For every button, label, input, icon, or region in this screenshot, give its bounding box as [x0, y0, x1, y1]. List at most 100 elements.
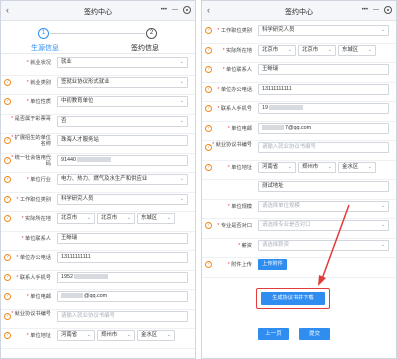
chevron-down-icon: ⌄: [327, 46, 332, 53]
field-label-text: 单位联系人: [25, 235, 51, 242]
help-icon[interactable]: ?: [4, 176, 11, 183]
help-icon[interactable]: ?: [4, 332, 11, 339]
select-field[interactable]: 电力、热力、燃气及水生产和供应业 ⌄: [57, 174, 188, 185]
form-row: ? * 联系人手机号 1952: [1, 271, 195, 284]
help-icon[interactable]: ?: [205, 261, 212, 268]
help-icon[interactable]: ?: [205, 163, 212, 171]
upload-attachment-button[interactable]: 上传附件: [258, 259, 287, 270]
step-2-badge[interactable]: 2: [146, 28, 157, 39]
select-field[interactable]: 请选择单位规模 ⌄: [258, 200, 389, 212]
field-label: * 联系人手机号: [11, 275, 51, 281]
generate-agreement-button[interactable]: 生成协议书并下载: [261, 292, 325, 305]
field-label: * 单位行业: [11, 177, 51, 183]
select-field[interactable]: 请选择专业是否对口 ⌄: [258, 220, 389, 231]
select-field[interactable]: 请选择薪资 ⌄: [258, 239, 389, 251]
minimize-icon[interactable]: —: [172, 7, 178, 13]
field-label: * 单位办公电话: [11, 255, 51, 261]
help-icon[interactable]: ?: [205, 144, 212, 151]
help-icon[interactable]: ?: [4, 254, 11, 261]
address-select[interactable]: 北京市 ⌄: [97, 213, 135, 224]
field-label-text: 单位规模: [231, 203, 252, 210]
address-select[interactable]: 北京市 ⌄: [57, 213, 95, 224]
more-menu-icon[interactable]: •••: [161, 7, 167, 13]
text-field[interactable]: 13111111111: [258, 83, 389, 95]
field-label: * 单位电邮: [212, 126, 252, 132]
step-indicator: 1 2 生源信息 签约信息: [1, 21, 195, 55]
select-field[interactable]: 科学研究人员 ⌄: [57, 193, 188, 205]
text-field[interactable]: 19: [258, 103, 389, 114]
address-select-value: 郑州市: [101, 332, 118, 338]
help-icon[interactable]: ?: [4, 137, 11, 144]
field-label: * 实际所在地: [11, 216, 51, 222]
divider: [1, 328, 195, 329]
help-icon[interactable]: ?: [205, 124, 212, 132]
help-icon[interactable]: ?: [205, 66, 212, 73]
help-icon[interactable]: ?: [4, 273, 11, 281]
help-icon[interactable]: ?: [4, 156, 11, 164]
divider: [202, 62, 396, 63]
text-field[interactable]: 请输入就业协议书编号: [258, 142, 389, 153]
help-icon[interactable]: ?: [205, 222, 212, 229]
text-field[interactable]: 珠海人才服务站: [57, 135, 188, 146]
step-1-label[interactable]: 生源信息: [31, 43, 59, 53]
divider: [202, 257, 396, 258]
address-select[interactable]: 河南省 ⌄: [57, 330, 95, 341]
help-icon[interactable]: ?: [205, 105, 212, 112]
divider: [202, 101, 396, 102]
address-select[interactable]: 北京市 ⌄: [298, 44, 336, 56]
field-label: * 单位地址: [212, 165, 252, 171]
text-field[interactable]: 请输入就业协议书编号: [57, 310, 188, 322]
text-field[interactable]: 王晰瑞: [258, 64, 389, 75]
field-label: * 单位地址: [11, 333, 51, 339]
help-icon[interactable]: ?: [205, 85, 212, 93]
chevron-down-icon: ⌄: [179, 117, 184, 124]
text-field[interactable]: @qq.com: [57, 291, 188, 302]
address-select[interactable]: 郑州市 ⌄: [298, 161, 336, 173]
form-row: ? * 工作职位类别 科学研究人员 ⌄: [202, 25, 396, 37]
previous-page-button[interactable]: 上一页: [258, 328, 289, 340]
help-icon[interactable]: ?: [205, 46, 212, 54]
address-select[interactable]: 北京市 ⌄: [258, 44, 296, 56]
select-field[interactable]: 就业 ⌄: [57, 57, 188, 68]
step-1-badge[interactable]: 1: [38, 28, 49, 39]
text-field[interactable]: 测试地址: [258, 181, 389, 192]
text-field[interactable]: 91440: [57, 154, 188, 166]
address-select[interactable]: 河南省 ⌄: [258, 161, 296, 173]
select-field[interactable]: 中初教育单位 ⌄: [57, 96, 188, 107]
address-select[interactable]: 东城区 ⌄: [338, 44, 376, 56]
text-field[interactable]: 王晰瑞: [57, 232, 188, 244]
step-connector: [50, 33, 145, 34]
submit-button[interactable]: 提交: [299, 328, 330, 340]
address-select[interactable]: 郑州市 ⌄: [97, 330, 135, 341]
close-circle-icon[interactable]: [183, 6, 191, 14]
text-field[interactable]: 7@qq.com: [258, 122, 389, 134]
select-field[interactable]: 签就业协议形式就业 ⌄: [57, 76, 188, 88]
address-select[interactable]: 东城区 ⌄: [137, 213, 175, 224]
select-field[interactable]: 科学研究人员 ⌄: [258, 25, 389, 36]
address-select[interactable]: 金水区 ⌄: [338, 161, 376, 173]
help-icon[interactable]: ?: [4, 215, 11, 222]
text-field[interactable]: 13111111111: [57, 252, 188, 263]
field-label-text: 单位联系人: [226, 67, 252, 73]
help-icon[interactable]: ?: [4, 78, 11, 86]
step-2-label[interactable]: 签约信息: [131, 43, 159, 53]
help-icon[interactable]: ?: [4, 293, 11, 300]
close-circle-icon[interactable]: [384, 6, 392, 14]
help-icon[interactable]: ?: [205, 27, 212, 34]
address-select-value: 河南省: [61, 332, 78, 338]
select-field[interactable]: 否 ⌄: [57, 115, 188, 127]
help-icon[interactable]: ?: [4, 312, 11, 320]
help-icon[interactable]: ?: [4, 195, 11, 203]
help-icon[interactable]: ?: [4, 98, 11, 105]
form-row: ? * 单位性质 中初教育单位 ⌄: [1, 96, 195, 108]
form-row: ? * 单位办公电话 13111111111: [1, 252, 195, 264]
address-select[interactable]: 金水区 ⌄: [137, 330, 175, 341]
address-select-value: 东城区: [141, 215, 158, 221]
field-label: * 就业类别: [11, 80, 51, 86]
text-field[interactable]: 1952: [57, 271, 188, 283]
chevron-down-icon: ⌄: [86, 215, 91, 221]
minimize-icon[interactable]: —: [373, 7, 379, 13]
more-menu-icon[interactable]: •••: [362, 7, 368, 13]
field-label: * 就业协议书编号: [212, 142, 252, 148]
field-value: 13111111111: [262, 85, 292, 92]
